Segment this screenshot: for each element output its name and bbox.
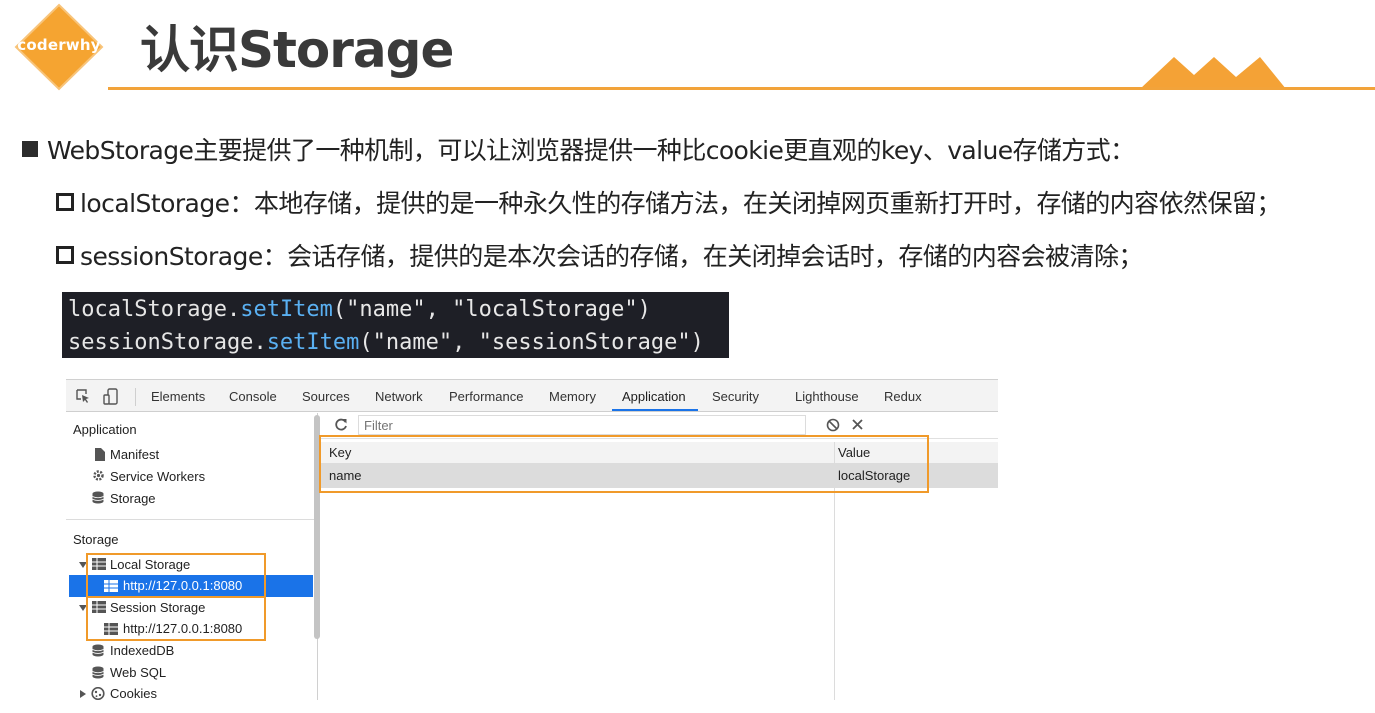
code-line-1: localStorage.setItem("name", "localStora… <box>68 293 729 326</box>
bullet-sessionstorage: sessionStorage：会话存储，提供的是本次会话的存储，在关闭掉会话时，… <box>56 237 1143 273</box>
tab-console[interactable]: Console <box>229 389 277 404</box>
tab-performance[interactable]: Performance <box>449 389 523 404</box>
active-tab-indicator <box>612 409 698 411</box>
bullet-localstorage: localStorage：本地存储，提供的是一种永久性的存储方法，在关闭掉网页重… <box>56 184 1281 220</box>
code-object: localStorage <box>68 297 227 322</box>
tab-lighthouse[interactable]: Lighthouse <box>795 389 859 404</box>
logo-text: coderwhy <box>17 36 101 54</box>
gear-icon <box>93 470 104 481</box>
bullet-square-icon <box>22 141 38 157</box>
sidebar-item-web-sql[interactable]: Web SQL <box>110 665 166 680</box>
database-icon <box>92 491 104 504</box>
filter-input[interactable] <box>358 415 806 435</box>
code-method: setItem <box>240 297 333 322</box>
highlight-session-storage <box>86 596 266 641</box>
code-paren: ) <box>637 297 651 322</box>
sidebar-divider <box>66 519 316 520</box>
code-dot: . <box>226 297 241 322</box>
bullet-box-icon <box>56 246 74 264</box>
header-divider <box>108 87 1375 90</box>
code-string: "name" <box>372 330 453 355</box>
code-comma: , <box>425 297 453 322</box>
code-dot: . <box>253 330 267 355</box>
tab-elements[interactable]: Elements <box>151 389 205 404</box>
highlight-local-storage <box>86 553 266 598</box>
code-object: sessionStorage <box>68 330 254 355</box>
refresh-icon[interactable] <box>334 418 348 432</box>
inspect-icon[interactable] <box>75 388 91 404</box>
device-toggle-icon[interactable] <box>103 388 119 406</box>
code-string: "localStorage" <box>452 297 638 322</box>
highlight-key-value-table <box>319 435 929 493</box>
toolbar-separator <box>135 388 136 406</box>
expand-arrow-icon[interactable] <box>80 690 86 698</box>
sidebar-item-storage[interactable]: Storage <box>110 491 156 506</box>
code-method: setItem <box>266 330 360 355</box>
sidebar-item-indexeddb[interactable]: IndexedDB <box>110 643 174 658</box>
mountains-decoration <box>1140 57 1286 89</box>
sidebar-header-storage: Storage <box>73 532 119 547</box>
coderwhy-logo: coderwhy <box>14 3 104 91</box>
tab-sources[interactable]: Sources <box>302 389 350 404</box>
sidebar-header-application: Application <box>73 422 137 437</box>
code-comma: , <box>452 330 479 355</box>
database-icon <box>92 644 104 657</box>
code-paren: ( <box>332 297 347 322</box>
tab-application[interactable]: Application <box>622 389 686 404</box>
delete-icon[interactable] <box>851 418 864 431</box>
clear-all-icon[interactable] <box>826 418 840 432</box>
tab-security[interactable]: Security <box>712 389 759 404</box>
bullet-webstorage-text: WebStorage主要提供了一种机制，可以让浏览器提供一种比cookie更直观… <box>47 136 1135 165</box>
code-block: localStorage.setItem("name", "localStora… <box>62 292 729 358</box>
sidebar-item-service-workers[interactable]: Service Workers <box>110 469 205 484</box>
code-line-2: sessionStorage.setItem("name", "sessionS… <box>68 326 729 359</box>
tab-memory[interactable]: Memory <box>549 389 596 404</box>
tab-network[interactable]: Network <box>375 389 423 404</box>
page-title: 认识Storage <box>140 21 454 79</box>
code-paren: ) <box>690 330 704 355</box>
devtools-tabbar: Elements Console Sources Network Perform… <box>66 380 998 412</box>
code-string: "sessionStorage" <box>478 330 691 355</box>
sidebar-item-cookies[interactable]: Cookies <box>110 686 157 701</box>
document-icon <box>95 448 105 461</box>
code-string: "name" <box>346 297 426 322</box>
bullet-sessionstorage-text: sessionStorage：会话存储，提供的是本次会话的存储，在关闭掉会话时，… <box>80 242 1143 271</box>
bullet-localstorage-text: localStorage：本地存储，提供的是一种永久性的存储方法，在关闭掉网页重… <box>80 189 1281 218</box>
cookie-icon <box>91 687 105 700</box>
sidebar-item-manifest[interactable]: Manifest <box>110 447 159 462</box>
database-icon <box>92 666 104 679</box>
bullet-box-icon <box>56 193 74 211</box>
tab-redux[interactable]: Redux <box>884 389 922 404</box>
devtools-panel: Elements Console Sources Network Perform… <box>66 379 998 701</box>
bullet-webstorage: WebStorage主要提供了一种机制，可以让浏览器提供一种比cookie更直观… <box>22 131 1135 167</box>
code-paren: ( <box>359 330 373 355</box>
